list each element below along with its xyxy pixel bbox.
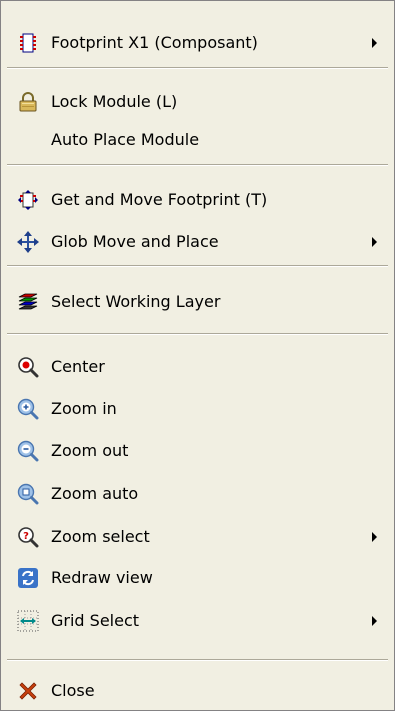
menu-item-redraw-view-label: Redraw view xyxy=(51,568,153,587)
submenu-arrow-icon xyxy=(372,616,377,626)
menu-item-get-move-footprint-label: Get and Move Footprint (T) xyxy=(51,190,268,209)
menu-item-get-move-footprint[interactable]: Get and Move Footprint (T) xyxy=(1,181,394,219)
layers-icon xyxy=(17,291,39,313)
menu-item-select-working-layer-label: Select Working Layer xyxy=(51,292,221,311)
menu-item-footprint-label: Footprint X1 (Composant) xyxy=(51,33,258,52)
menu-separator xyxy=(7,659,388,661)
menu-item-glob-move-place[interactable]: Glob Move and Place xyxy=(1,223,394,261)
menu-item-redraw-view[interactable]: Redraw view xyxy=(1,559,394,597)
lock-icon xyxy=(17,91,39,113)
menu-item-zoom-auto-label: Zoom auto xyxy=(51,484,139,503)
menu-item-auto-place-module[interactable]: Auto Place Module xyxy=(1,121,394,159)
menu-item-lock-module-label: Lock Module (L) xyxy=(51,92,178,111)
menu-item-grid-select-label: Grid Select xyxy=(51,611,140,630)
submenu-arrow-icon xyxy=(372,532,377,542)
menu-item-zoom-in[interactable]: Zoom in xyxy=(1,390,394,428)
menu-item-center-label: Center xyxy=(51,357,105,376)
center-magnifier-icon xyxy=(17,356,39,378)
menu-item-select-working-layer[interactable]: Select Working Layer xyxy=(1,283,394,321)
menu-item-auto-place-module-label: Auto Place Module xyxy=(51,130,200,149)
move-arrows-icon xyxy=(17,231,39,253)
menu-separator xyxy=(7,164,388,166)
menu-item-zoom-auto[interactable]: Zoom auto xyxy=(1,475,394,513)
context-menu: Footprint X1 (Composant) Lock Module (L)… xyxy=(0,0,395,711)
submenu-arrow-icon xyxy=(372,38,377,48)
menu-item-center[interactable]: Center xyxy=(1,348,394,386)
menu-item-close[interactable]: Close xyxy=(1,672,394,710)
submenu-arrow-icon xyxy=(372,237,377,247)
svg-text:?: ? xyxy=(23,531,29,542)
menu-item-footprint[interactable]: Footprint X1 (Composant) xyxy=(1,24,394,62)
grid-icon xyxy=(17,610,39,632)
menu-item-lock-module[interactable]: Lock Module (L) xyxy=(1,83,394,121)
menu-item-zoom-select-label: Zoom select xyxy=(51,527,150,546)
move-footprint-icon xyxy=(17,189,39,211)
zoom-out-icon xyxy=(17,440,39,462)
zoom-select-icon: ? xyxy=(17,526,39,548)
menu-item-close-label: Close xyxy=(51,681,95,700)
menu-separator xyxy=(7,265,388,267)
menu-item-zoom-out[interactable]: Zoom out xyxy=(1,432,394,470)
menu-item-glob-move-place-label: Glob Move and Place xyxy=(51,232,219,251)
zoom-auto-icon xyxy=(17,483,39,505)
zoom-in-icon xyxy=(17,398,39,420)
menu-item-zoom-in-label: Zoom in xyxy=(51,399,117,418)
menu-separator xyxy=(7,67,388,69)
footprint-chip-icon xyxy=(17,32,39,54)
close-x-icon xyxy=(17,680,39,702)
menu-item-zoom-out-label: Zoom out xyxy=(51,441,129,460)
redraw-icon xyxy=(17,567,39,589)
menu-item-zoom-select[interactable]: ? Zoom select xyxy=(1,518,394,556)
menu-item-grid-select[interactable]: Grid Select xyxy=(1,602,394,640)
menu-separator xyxy=(7,333,388,335)
